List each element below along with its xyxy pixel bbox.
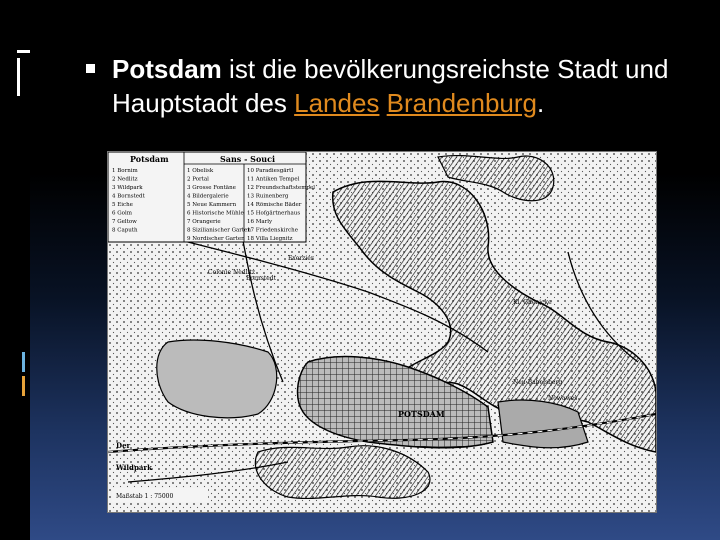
accent-bar-top-2: [17, 58, 20, 96]
label-der: Der: [116, 441, 131, 450]
legend-entry: 3 Wildpark: [112, 185, 143, 191]
legend-entry: 3 Grosse Fontäne: [187, 185, 236, 191]
legend-entry: 14 Römische Bäder: [247, 202, 302, 208]
bullet-text: Potsdam ist die bevölkerungsreichste Sta…: [112, 52, 672, 120]
left-band: [0, 0, 30, 540]
accent-bar-mid-1: [22, 352, 25, 372]
legend-entry: 1 Bornim: [112, 168, 139, 174]
legend-entry: 1 Obelisk: [187, 168, 214, 174]
accent-bar-top-1: [17, 50, 30, 53]
legend-entry: 8 Sizilianischer Garten: [187, 228, 251, 234]
legend-entry: 15 Hofgärtnerhaus: [247, 211, 300, 217]
west-district: [156, 339, 278, 419]
legend-entry: 11 Antiken Tempel: [247, 177, 300, 183]
text-end: .: [537, 88, 545, 118]
label-potsdam: POTSDAM: [398, 409, 445, 419]
legend-entry: 8 Caputh: [112, 228, 138, 234]
square-bullet-icon: [86, 64, 95, 73]
legend-entry: 12 Freundschaftstempel: [247, 185, 315, 191]
legend-entry: 5 Neue Kammern: [187, 202, 237, 208]
label-nowawes: Nowawes: [548, 395, 577, 402]
legend-entry: 17 Friedenskirche: [247, 228, 298, 234]
legend-entry: 18 Villa Liegnitz: [247, 236, 293, 242]
legend-entry: 16 Marly: [247, 219, 273, 225]
legend-entry: 4 Bornstedt: [112, 194, 146, 200]
label-glienicke: Kl. Glienicke: [513, 299, 552, 306]
legend-entry: 2 Portal: [187, 177, 209, 183]
legend-entry: 6 Golm: [112, 211, 133, 217]
label-colonie: Colonie Nedlitz: [208, 269, 255, 276]
legend-entry: 5 Eiche: [112, 202, 133, 208]
map-title-sanssouci: Sans - Souci: [220, 154, 275, 164]
label-wildpark: Wildpark: [115, 463, 152, 472]
accent-bar-mid-2: [22, 376, 25, 396]
label-scale: Maßstab 1 : 75000: [116, 493, 173, 500]
map-drawing: Potsdam Sans - Souci 1 Obelisk 2 Portal 3 …: [108, 152, 656, 512]
legend-entry: 6 Historische Mühle: [187, 211, 244, 217]
legend-entry: 9 Nordischer Garten: [187, 236, 245, 242]
legend-entry: 10 Paradiesgärtl: [247, 168, 293, 174]
map-title-potsdam: Potsdam: [130, 154, 169, 164]
bold-term: Potsdam: [112, 54, 222, 84]
legend-entry: 13 Ruinenberg: [247, 194, 289, 200]
label-bornstedt: Bornstedt: [246, 275, 277, 282]
legend-entry: 4 Bildergalerie: [187, 194, 229, 200]
legend-entry: 2 Nedlitz: [112, 177, 138, 183]
legend-entry: 7 Geltow: [112, 219, 137, 225]
label-exerzier: Exerzier: [288, 255, 314, 262]
potsdam-map-image: Potsdam Sans - Souci 1 Obelisk 2 Portal 3 …: [107, 151, 657, 513]
label-babelsberg: Neu-Babelsberg: [513, 379, 562, 386]
link-landes[interactable]: Landes: [294, 88, 379, 118]
text-space: [379, 88, 386, 118]
link-brandenburg[interactable]: Brandenburg: [387, 88, 537, 118]
presentation-slide: Potsdam ist die bevölkerungsreichste Sta…: [0, 0, 720, 540]
legend-entry: 7 Orangerie: [187, 219, 221, 225]
